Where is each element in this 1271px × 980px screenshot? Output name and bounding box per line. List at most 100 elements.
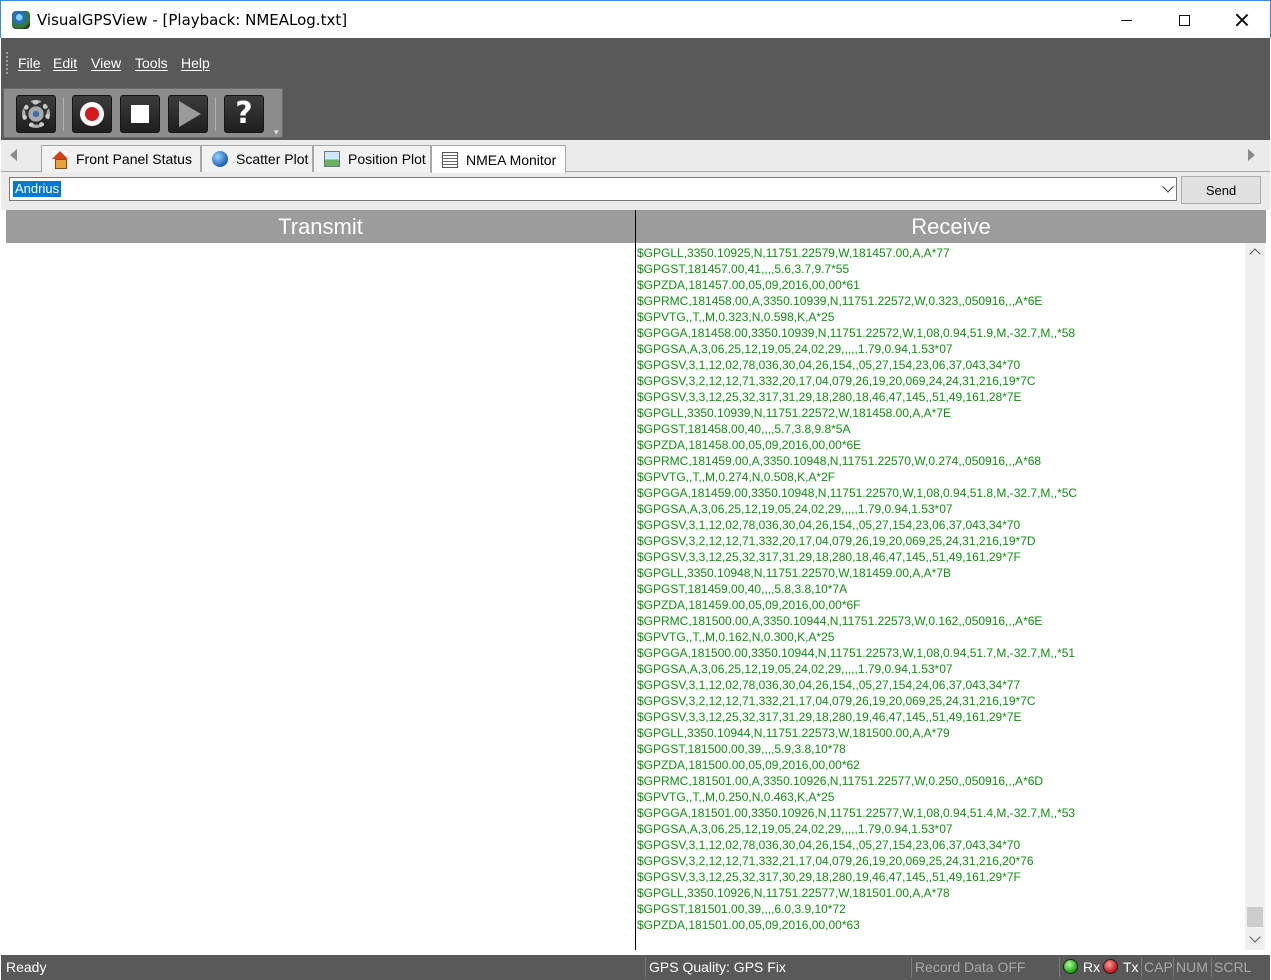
scroll-up-icon[interactable] <box>1249 248 1261 260</box>
log-line: $GPGSA,A,3,06,25,12,19,05,24,02,29,,,,,1… <box>637 822 953 836</box>
toolbar-band: ? ▾ <box>1 88 1270 140</box>
record-button[interactable] <box>72 95 112 133</box>
record-icon <box>80 102 104 126</box>
log-line: $GPGSV,3,2,12,12,71,332,21,17,04,079,26,… <box>637 694 1036 708</box>
menu-help[interactable]: Help <box>181 55 210 71</box>
rx-led-icon <box>1063 959 1078 974</box>
play-button[interactable] <box>168 95 208 133</box>
status-separator <box>1173 958 1174 977</box>
log-line: $GPGGA,181500.00,3350.10944,N,11751.2257… <box>637 646 1076 660</box>
log-line: $GPGSV,3,3,12,25,32,317,31,29,18,280,18,… <box>637 550 1021 564</box>
status-gps-quality: GPS Quality: GPS Fix <box>649 959 786 975</box>
settings-button[interactable] <box>16 95 56 133</box>
status-cap: CAP <box>1144 959 1173 975</box>
menu-file[interactable]: File <box>18 55 41 71</box>
tab-nmea-monitor[interactable]: NMEA Monitor <box>431 145 566 173</box>
log-line: $GPZDA,181459.00,05,09,2016,00,00*6F <box>637 598 861 612</box>
stop-button[interactable] <box>120 95 160 133</box>
menu-grip-handle[interactable] <box>6 52 8 74</box>
status-bar: Ready GPS Quality: GPS Fix Record Data O… <box>1 955 1270 980</box>
log-line: $GPGST,181500.00,39,,,,5.9,3.8,10*78 <box>637 742 846 756</box>
receive-log[interactable]: $GPGLL,3350.10925,N,11751.22579,W,181457… <box>637 243 1244 950</box>
menu-bar: File Edit View Tools Help <box>1 38 1270 88</box>
tx-led-icon <box>1103 959 1118 974</box>
log-line: $GPRMC,181458.00,A,3350.10939,N,11751.22… <box>637 294 1043 308</box>
tab-scroll-right-icon[interactable] <box>1248 149 1255 161</box>
status-separator <box>1059 958 1060 977</box>
close-button[interactable] <box>1213 1 1271 39</box>
maximize-icon <box>1178 14 1190 26</box>
log-line: $GPGSV,3,3,12,25,32,317,31,29,18,280,18,… <box>637 390 1022 404</box>
log-line: $GPGSV,3,1,12,02,78,036,30,04,26,154,,05… <box>637 838 1021 852</box>
tab-label: Front Panel Status <box>76 151 192 167</box>
title-bar: VisualGPSView - [Playback: NMEALog.txt] <box>0 0 1271 38</box>
log-line: $GPGGA,181501.00,3350.10926,N,11751.2257… <box>637 806 1076 820</box>
log-line: $GPZDA,181501.00,05,09,2016,00,00*63 <box>637 918 860 932</box>
log-line: $GPGLL,3350.10925,N,11751.22579,W,181457… <box>637 246 950 260</box>
help-button[interactable]: ? <box>224 95 264 133</box>
command-combobox[interactable]: Andrius <box>9 177 1177 201</box>
status-ready: Ready <box>6 959 47 975</box>
log-line: $GPZDA,181500.00,05,09,2016,00,00*62 <box>637 758 860 772</box>
log-line: $GPVTG,,T,,M,0.162,N,0.300,K,A*25 <box>637 630 835 644</box>
monitor-icon <box>442 151 458 168</box>
log-line: $GPVTG,,T,,M,0.274,N,0.508,K,A*2F <box>637 470 836 484</box>
tab-front-panel-status[interactable]: Front Panel Status <box>41 145 201 172</box>
settings-gear-icon <box>22 100 50 128</box>
image-icon <box>324 151 340 167</box>
app-globe-icon[interactable] <box>12 11 30 29</box>
scroll-down-icon[interactable] <box>1249 931 1261 943</box>
maximize-button[interactable] <box>1155 1 1213 39</box>
tab-scroll-left-icon[interactable] <box>10 149 17 161</box>
menu-edit[interactable]: Edit <box>53 55 77 71</box>
log-line: $GPGST,181458.00,40,,,,5.7,3.8,9.8*5A <box>637 422 851 436</box>
home-icon <box>52 151 68 169</box>
status-tx: Tx <box>1123 959 1139 975</box>
minimize-button[interactable] <box>1097 1 1155 39</box>
receive-header: Receive <box>636 210 1266 243</box>
log-line: $GPRMC,181501.00,A,3350.10926,N,11751.22… <box>637 774 1044 788</box>
minimize-icon <box>1120 19 1132 21</box>
tab-position-plot[interactable]: Position Plot <box>313 145 431 172</box>
chevron-down-icon[interactable] <box>1162 181 1174 193</box>
tab-label: Scatter Plot <box>236 151 309 167</box>
log-line: $GPVTG,,T,,M,0.323,N,0.598,K,A*25 <box>637 310 835 324</box>
log-line: $GPGLL,3350.10926,N,11751.22577,W,181501… <box>637 886 950 900</box>
status-rx: Rx <box>1083 959 1101 975</box>
log-line: $GPGSV,3,2,12,12,71,332,20,17,04,079,26,… <box>637 534 1036 548</box>
log-line: $GPGSV,3,1,12,02,78,036,30,04,26,154,,05… <box>637 678 1021 692</box>
status-separator <box>1211 958 1212 977</box>
toolbar-overflow-icon[interactable]: ▾ <box>274 127 279 138</box>
log-line: $GPGST,181459.00,40,,,,5.8,3.8,10*7A <box>637 582 848 596</box>
receive-panel: Receive $GPGLL,3350.10925,N,11751.22579,… <box>635 210 1266 950</box>
stop-icon <box>131 105 149 123</box>
log-line: $GPGLL,3350.10948,N,11751.22570,W,181459… <box>637 566 952 580</box>
status-separator <box>911 958 912 977</box>
status-num: NUM <box>1176 959 1208 975</box>
log-line: $GPGSV,3,1,12,02,78,036,30,04,26,154,,05… <box>637 358 1021 372</box>
send-button[interactable]: Send <box>1181 176 1261 204</box>
tab-strip: Front Panel Status Scatter Plot Position… <box>1 140 1270 173</box>
log-line: $GPGSV,3,1,12,02,78,036,30,04,26,154,,05… <box>637 518 1021 532</box>
tab-scatter-plot[interactable]: Scatter Plot <box>201 145 313 172</box>
command-input-value[interactable]: Andrius <box>13 181 62 197</box>
log-line: $GPZDA,181458.00,05,09,2016,00,00*6E <box>637 438 862 452</box>
log-line: $GPGSA,A,3,06,25,12,19,05,24,02,29,,,,,1… <box>637 662 953 676</box>
log-line: $GPGGA,181459.00,3350.10948,N,11751.2257… <box>637 486 1078 500</box>
log-line: $GPGSV,3,2,12,12,71,332,20,17,04,079,26,… <box>637 374 1036 388</box>
command-row: Andrius Send <box>1 172 1270 210</box>
tab-label: NMEA Monitor <box>466 151 557 168</box>
log-line: $GPRMC,181500.00,A,3350.10944,N,11751.22… <box>637 614 1043 628</box>
menu-view[interactable]: View <box>91 55 121 71</box>
status-record: Record Data OFF <box>915 959 1026 975</box>
log-line: $GPGSV,3,3,12,25,32,317,30,29,18,280,19,… <box>637 870 1021 884</box>
help-icon: ? <box>235 96 253 131</box>
menu-tools[interactable]: Tools <box>135 55 168 71</box>
scroll-thumb[interactable] <box>1247 907 1263 927</box>
receive-scrollbar[interactable] <box>1245 243 1265 950</box>
log-line: $GPGSV,3,2,12,12,71,332,21,17,04,079,26,… <box>637 854 1034 868</box>
log-line: $GPZDA,181457.00,05,09,2016,00,00*61 <box>637 278 860 292</box>
log-line: $GPGLL,3350.10939,N,11751.22572,W,181458… <box>637 406 952 420</box>
log-line: $GPGST,181457.00,41,,,,5.6,3.7,9.7*55 <box>637 262 850 276</box>
globe-icon <box>212 151 228 167</box>
